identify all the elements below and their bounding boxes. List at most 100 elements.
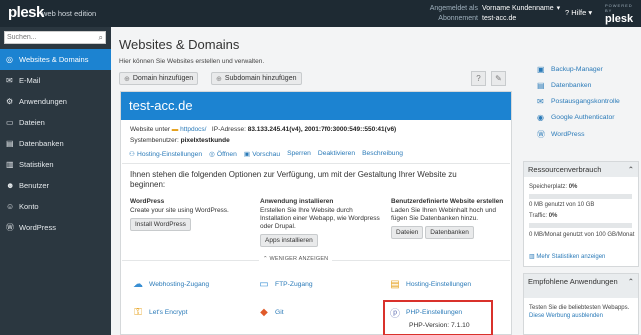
open-link[interactable]: ◎ Öffnen	[209, 150, 237, 158]
sysuser-info: Systembenutzer: pixelxtestkunde	[130, 137, 230, 144]
search-icon[interactable]: ⌕	[99, 33, 103, 43]
more-statistics-link[interactable]: ▥ Mehr Statistiken anzeigen	[529, 253, 605, 260]
option-text: Erstellen Sie Ihre Website durch Install…	[260, 207, 380, 230]
wordpress-link[interactable]: Ⓦ WordPress	[537, 129, 585, 140]
quick-link-label: Google Authenticator	[551, 114, 615, 121]
divider	[122, 163, 510, 164]
sidebar-item-label: Datenbanken	[19, 139, 64, 148]
files-button[interactable]: Dateien	[391, 226, 424, 239]
option-wordpress: WordPress Create your site using WordPre…	[130, 198, 245, 231]
plus-icon: ⊕	[124, 75, 130, 83]
recommended-apps-panel: Empfohlene Anwendungen ⌃ Testen Sie die b…	[523, 273, 639, 335]
panel-header[interactable]: Empfohlene Anwendungen ⌃	[524, 274, 638, 298]
tools-button[interactable]: ✎	[491, 71, 506, 86]
plus-icon: ⊕	[216, 75, 222, 83]
hide-ad-link[interactable]: Diese Werbung ausblenden	[529, 313, 603, 319]
lets-encrypt-link[interactable]: ⚿ Let's Encrypt	[130, 304, 187, 320]
sidebar-item-label: Dateien	[19, 118, 45, 127]
option-install-app: Anwendung installieren Erstellen Sie Ihr…	[260, 198, 380, 247]
globe-icon: ◎	[6, 55, 13, 64]
webhosting-access-icon: ☁	[133, 278, 143, 290]
search-input[interactable]	[5, 32, 91, 43]
search-box: ⌕	[4, 31, 106, 44]
sidebar-item-databases[interactable]: ▤ Datenbanken	[0, 133, 111, 154]
traffic-value: 0%	[548, 213, 558, 219]
quick-link-label: WordPress	[551, 131, 585, 138]
preview-icon: ▣	[243, 151, 251, 158]
option-title: Benutzerdefinierte Website erstellen	[391, 198, 504, 205]
databases-link[interactable]: ▤ Datenbanken	[537, 81, 591, 90]
preview-link[interactable]: ▣ Vorschau	[244, 150, 280, 158]
intro-text: Ihnen stehen die folgenden Optionen zur …	[130, 170, 457, 189]
hosting-settings-shortcut[interactable]: ▤ Hosting-Einstellungen	[387, 276, 471, 292]
subscription-label: Abonnement	[438, 15, 478, 22]
help-menu[interactable]: ? Hilfe ▾	[565, 8, 592, 17]
quick-link-label: Datenbanken	[551, 82, 592, 89]
ftp-access-link[interactable]: ▭ FTP-Zugang	[256, 276, 313, 292]
sidebar-item-wordpress[interactable]: Ⓦ WordPress	[0, 217, 111, 238]
help-button[interactable]: ?	[471, 71, 486, 86]
show-less-toggle[interactable]: ⌃ WENIGER ANZEIGEN	[259, 256, 333, 262]
website-info: Website unter ▬ httpdocs/ IP-Adresse: 83…	[130, 126, 396, 133]
deactivate-link[interactable]: Deaktivieren	[318, 150, 355, 158]
user-info: Angemeldet als Vorname Kundenname ▾ Abon…	[426, 4, 560, 24]
outgoing-mail-link[interactable]: ✉ Postausgangskontrolle	[537, 97, 620, 106]
suspend-link[interactable]: Sperren	[287, 150, 311, 158]
brand-small-text: POWERED BY	[605, 3, 633, 13]
sidebar-item-label: WordPress	[19, 223, 56, 232]
install-apps-button[interactable]: Apps installieren	[260, 234, 318, 247]
backup-manager-link[interactable]: ▣ Backup-Manager	[537, 65, 603, 74]
authenticator-icon: ◉	[537, 113, 544, 122]
mail-icon: ✉	[6, 76, 13, 85]
user-icon: ☻	[6, 181, 15, 190]
panel-header[interactable]: Ressourcenverbrauch ⌃	[524, 162, 638, 177]
question-icon: ?	[476, 74, 481, 83]
sidebar-item-account[interactable]: ☺ Konto	[0, 196, 111, 217]
install-wordpress-button[interactable]: Install WordPress	[130, 218, 191, 231]
sidebar-item-apps[interactable]: ⚙ Anwendungen	[0, 91, 111, 112]
plesk-logo[interactable]: plesk	[8, 4, 44, 21]
recommended-text: Testen Sie die beliebtesten Webapps. Die…	[529, 304, 635, 320]
add-domain-button[interactable]: ⊕ Domain hinzufügen	[119, 72, 199, 85]
sidebar-item-files[interactable]: ▭ Dateien	[0, 112, 111, 133]
page-title: Websites & Domains	[119, 37, 240, 52]
hosting-settings-link[interactable]: ⚇ Hosting-Einstellungen	[129, 150, 202, 158]
logged-in-label: Angemeldet als	[429, 5, 478, 12]
add-subdomain-label: Subdomain hinzufügen	[224, 75, 297, 82]
subscription-selector[interactable]: test-acc.de	[482, 14, 516, 24]
sidebar-item-label: Konto	[19, 202, 39, 211]
user-menu[interactable]: Vorname Kundenname	[482, 4, 554, 14]
quick-link-label: Backup-Manager	[551, 66, 603, 73]
ip-value: 83.133.245.41(v4), 2001:7f0:3000:549::55…	[247, 126, 397, 133]
add-subdomain-button[interactable]: ⊕ Subdomain hinzufügen	[211, 72, 302, 85]
page-subtitle: Hier können Sie Websites erstellen und v…	[119, 58, 265, 65]
database-icon: ▤	[537, 81, 545, 90]
webhosting-access-link[interactable]: ☁ Webhosting-Zugang	[130, 276, 209, 292]
quick-link-label: Postausgangskontrolle	[551, 98, 620, 105]
sidebar-item-statistics[interactable]: ▥ Statistiken	[0, 154, 111, 175]
storage-bar	[529, 194, 632, 199]
hosting-settings-icon: ▤	[390, 278, 400, 290]
link-label: Webhosting-Zugang	[149, 280, 210, 288]
folder-icon: ▭	[6, 118, 14, 127]
sidebar-item-email[interactable]: ✉ E-Mail	[0, 70, 111, 91]
sidebar-item-users[interactable]: ☻ Benutzer	[0, 175, 111, 196]
domain-tools: ⚇ Hosting-Einstellungen ◎ Öffnen ▣ Vorschau…	[129, 150, 403, 158]
link-label: FTP-Zugang	[275, 280, 313, 288]
git-link[interactable]: ◆ Git	[256, 304, 283, 320]
sysuser-value: pixelxtestkunde	[180, 137, 230, 144]
top-bar: plesk web host edition Angemeldet als Vo…	[0, 0, 641, 27]
sidebar-item-label: E-Mail	[19, 76, 41, 85]
lets-encrypt-icon: ⚿	[134, 306, 142, 318]
globe-icon: ◎	[209, 151, 215, 158]
domain-name: test-acc.de	[121, 92, 511, 120]
chevron-down-icon[interactable]: ▾	[557, 4, 561, 14]
databases-button[interactable]: Datenbanken	[425, 226, 474, 239]
sidebar-item-label: Websites & Domains	[19, 55, 89, 64]
sidebar-item-websites-domains[interactable]: ◎ Websites & Domains	[0, 49, 111, 70]
google-authenticator-link[interactable]: ◉ Google Authenticator	[537, 113, 614, 122]
sidebar: ⌕ ◎ Websites & Domains ✉ E-Mail ⚙ Anwendung…	[0, 27, 111, 335]
description-link[interactable]: Beschreibung	[362, 150, 403, 158]
docroot-link[interactable]: httpdocs/	[180, 126, 206, 133]
panel-title: Ressourcenverbrauch	[528, 165, 602, 174]
